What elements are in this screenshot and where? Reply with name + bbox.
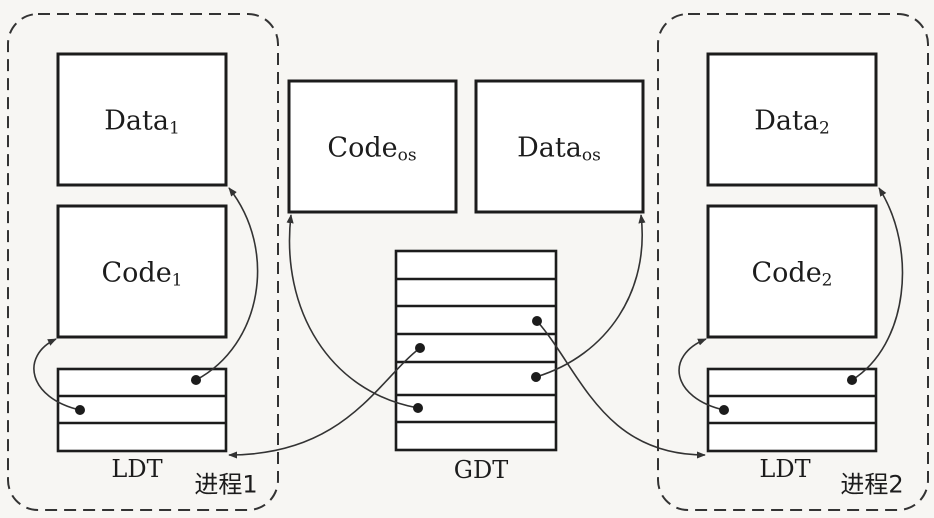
ldt2-entry-dot [847, 375, 857, 385]
ldt1-entry-dot [191, 375, 201, 385]
os-code-label: Codeos [327, 132, 417, 166]
process1-label: 进程1 [194, 470, 258, 499]
gdt-entry-dot [415, 343, 425, 353]
process2-data-label: Data2 [754, 105, 830, 139]
ldt1-entry-dot [75, 405, 85, 415]
gdt-entry-dot [413, 403, 423, 413]
segment-descriptor-diagram: Data1 Code1 Codeos Dataos Data2 Code2 LD… [0, 0, 934, 518]
gdt-label: GDT [453, 456, 509, 484]
process2-ldt-label: LDT [759, 455, 811, 483]
process1-code-label: Code1 [101, 257, 183, 291]
os-data-label: Dataos [517, 132, 601, 166]
process2-code-label: Code2 [751, 257, 833, 291]
gdt-to-ldt2-arrow [536, 320, 706, 459]
ldt2-entry-dot [719, 405, 729, 415]
process1-ldt-label: LDT [111, 455, 163, 483]
gdt-entry-dot [532, 316, 542, 326]
process2-label: 进程2 [840, 470, 904, 499]
gdt-entry-dot [531, 372, 541, 382]
process1-data-label: Data1 [104, 105, 180, 139]
